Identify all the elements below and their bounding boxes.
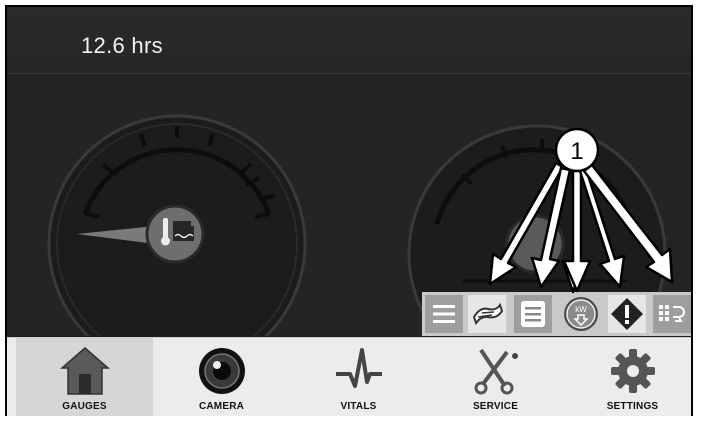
home-icon [59,347,110,395]
display-screen: 12.6 hrs kW 1 GAUGES CAMERA VITALS SERVI… [5,5,693,416]
nav-gauges[interactable]: GAUGES [16,338,153,416]
list-button[interactable] [514,295,552,333]
wrench-screwdriver-icon [474,348,518,395]
warning-diamond-icon [608,295,646,333]
coolant-temperature-gauge [47,114,307,336]
nav-settings-label: SETTINGS [606,401,659,412]
nav-service-label: SERVICE [472,401,519,412]
nav-service[interactable]: SERVICE [427,338,564,416]
route-button[interactable] [468,295,506,333]
gear-icon [610,349,655,393]
engine-hours-readout: 12.6 hrs [81,33,163,58]
nav-gauges-label: GAUGES [62,401,107,412]
map-route-icon [468,295,506,333]
nav-settings[interactable]: SETTINGS [564,338,691,416]
nav-vitals[interactable]: VITALS [290,338,427,416]
bottom-navigation: GAUGES CAMERA VITALS SERVICE SETTINGS [7,337,691,416]
gauge-toolbar: kW [422,292,691,336]
nav-camera-label: CAMERA [198,401,245,412]
camera-lens-icon [198,348,245,394]
engine-flow-button[interactable] [653,295,691,333]
status-bar: 12.6 hrs [7,7,691,74]
nav-camera[interactable]: CAMERA [153,338,290,416]
list-document-icon [514,295,552,333]
kw-down-icon: kW [562,295,600,333]
nav-vitals-label: VITALS [340,401,377,412]
menu-button[interactable] [425,295,463,333]
menu-lines-icon [425,295,463,333]
kw-derate-button[interactable]: kW [562,295,600,333]
engine-flow-icon [653,295,691,333]
pulse-icon [335,348,382,388]
kw-label: kW [575,305,587,314]
warning-button[interactable] [608,295,646,333]
